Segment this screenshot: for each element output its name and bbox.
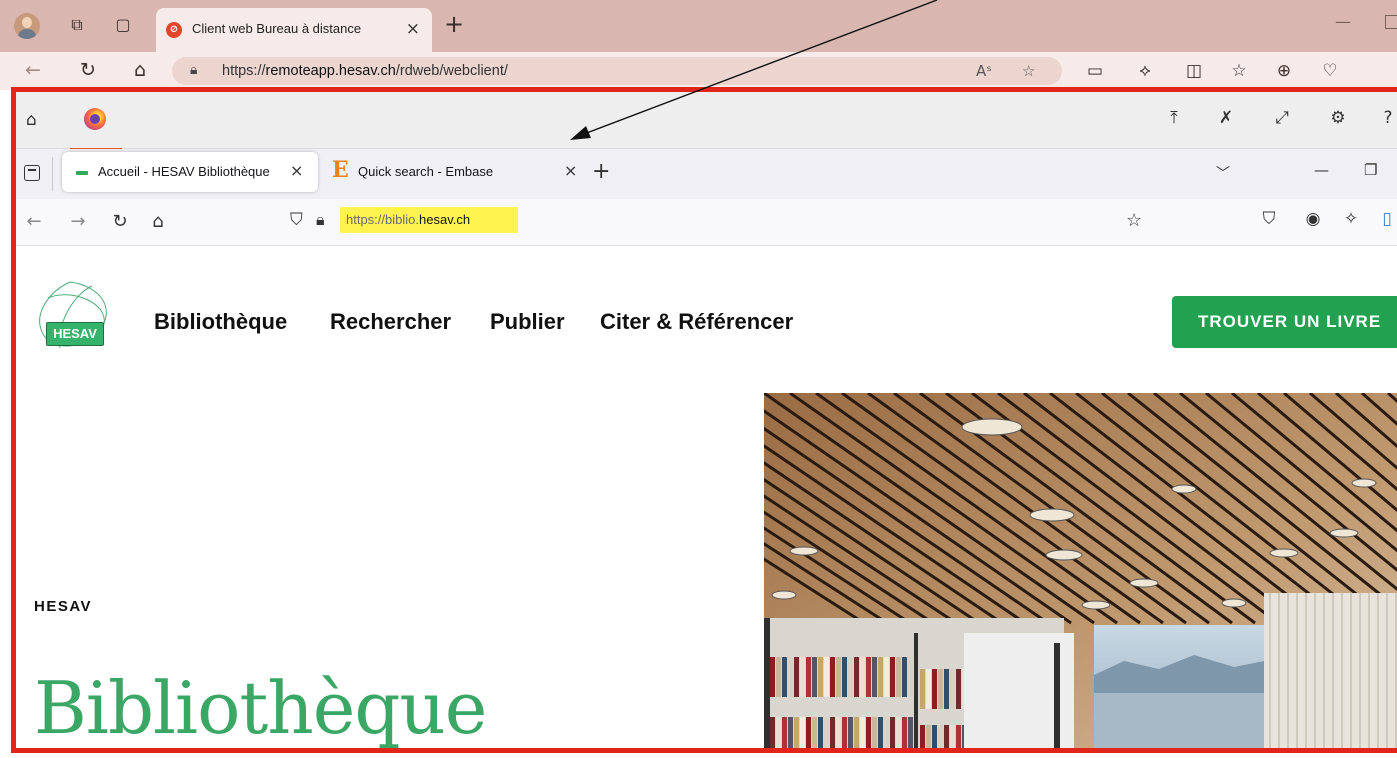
remote-app-bar: ⌂ ⤒ ✗ ⤢ ⚙ ? xyxy=(16,92,1397,150)
firefox-tab-title: Quick search - Embase xyxy=(358,164,494,179)
firefox-icon xyxy=(84,108,106,130)
edge-tab-strip: ⧉ ▢ ⊘ Client web Bureau à distance × + — xyxy=(0,0,1397,52)
list-all-tabs-icon[interactable] xyxy=(24,165,40,181)
edge-address-bar[interactable]: 🔒︎ https://remoteapp.hesav.ch/rdweb/webc… xyxy=(172,57,1062,85)
window-minimize-button[interactable]: — xyxy=(1335,12,1351,31)
tab-close-icon[interactable]: × xyxy=(564,161,577,180)
edge-url: https://remoteapp.hesav.ch/rdweb/webclie… xyxy=(222,63,508,79)
hero-eyebrow: HESAV xyxy=(34,598,93,615)
chevron-down-icon[interactable]: ﹀ xyxy=(1216,163,1230,183)
remote-desktop-favicon-icon: ⊘ xyxy=(166,22,182,38)
reload-icon[interactable]: ↻ xyxy=(108,211,132,232)
back-icon[interactable]: ← xyxy=(22,211,46,232)
hesav-webpage: HESAV Bibliothèque Rechercher Publier Ci… xyxy=(16,246,1397,753)
firefox-tab-embase[interactable]: E Quick search - Embase × xyxy=(322,152,588,192)
window-minimize-button[interactable]: — xyxy=(1314,161,1329,179)
tab-close-icon[interactable]: × xyxy=(290,161,303,180)
library-interior-illustration xyxy=(764,393,1397,753)
profile-avatar[interactable] xyxy=(14,13,40,39)
account-icon[interactable]: ◉ xyxy=(1302,209,1324,229)
embase-favicon-icon: E xyxy=(332,157,349,183)
pin-top-icon[interactable]: ⤒ xyxy=(1162,108,1186,128)
home-icon[interactable]: ⌂ xyxy=(128,59,152,81)
performance-icon[interactable]: ♡ xyxy=(1318,61,1342,81)
favorite-star-icon[interactable]: ☆ xyxy=(1022,62,1035,80)
find-book-button[interactable]: TROUVER UN LIVRE xyxy=(1172,296,1397,348)
logo-text: HESAV xyxy=(46,322,104,346)
hero-title: Bibliothèque xyxy=(34,666,487,750)
home-icon[interactable]: ⌂ xyxy=(146,211,170,232)
firefox-new-tab-button[interactable]: + xyxy=(592,161,610,183)
refresh-icon[interactable]: ↻ xyxy=(76,59,100,81)
unpin-icon[interactable]: ✗ xyxy=(1214,108,1238,128)
nav-citer-referencer[interactable]: Citer & Référencer xyxy=(600,309,793,335)
hesav-favicon-icon xyxy=(76,171,88,175)
firefox-url: https://biblio.hesav.ch xyxy=(346,212,471,227)
reading-view-icon[interactable]: ▭ xyxy=(1083,61,1107,81)
favorites-icon[interactable]: ☆ xyxy=(1227,61,1251,81)
edge-new-tab-button[interactable]: + xyxy=(444,12,464,36)
expand-icon[interactable]: ⤢ xyxy=(1270,108,1294,128)
nav-rechercher[interactable]: Rechercher xyxy=(330,309,451,335)
hesav-logo[interactable]: HESAV xyxy=(30,278,120,354)
lock-icon[interactable]: 🔒︎ xyxy=(190,62,197,78)
library-photo xyxy=(764,393,1397,753)
help-icon[interactable]: ? xyxy=(1376,108,1397,128)
window-restore-button[interactable]: ❐ xyxy=(1364,161,1377,179)
shield-icon[interactable]: ⛉ xyxy=(290,210,303,230)
pocket-icon[interactable]: ⛉ xyxy=(1258,209,1280,229)
edge-tab-remote-desktop[interactable]: ⊘ Client web Bureau à distance × xyxy=(156,8,432,52)
extensions-icon[interactable]: ⟡ xyxy=(1133,61,1157,81)
firefox-nav-bar: ← → ↻ ⌂ ⛉ 🔒︎ https://biblio.hesav.ch ☆ ⛉… xyxy=(16,199,1397,246)
bookmark-star-icon[interactable]: ☆ xyxy=(1126,210,1142,231)
edge-tab-close-icon[interactable]: × xyxy=(406,19,420,39)
firefox-url-bar[interactable]: ⛉ 🔒︎ https://biblio.hesav.ch ☆ xyxy=(286,204,1146,238)
firefox-app-tab[interactable] xyxy=(70,102,122,150)
back-icon[interactable]: ← xyxy=(21,59,45,81)
divider xyxy=(52,157,53,191)
firefox-tab-title: Accueil - HESAV Bibliothèque xyxy=(98,164,270,179)
collections-icon[interactable]: ⊕ xyxy=(1272,61,1296,81)
vertical-tabs-icon[interactable]: ▢ xyxy=(112,14,134,36)
firefox-tab-accueil[interactable]: Accueil - HESAV Bibliothèque × xyxy=(62,152,318,192)
split-screen-icon[interactable]: ◫ xyxy=(1182,61,1206,81)
read-aloud-icon[interactable]: A͏ˢ xyxy=(976,62,992,80)
lock-icon[interactable]: 🔒︎ xyxy=(316,210,325,230)
workspaces-icon[interactable]: ⧉ xyxy=(66,14,88,36)
edge-tab-title: Client web Bureau à distance xyxy=(192,21,362,36)
nav-bibliotheque[interactable]: Bibliothèque xyxy=(154,309,287,335)
edge-toolbar: ← ↻ ⌂ 🔒︎ https://remoteapp.hesav.ch/rdwe… xyxy=(0,52,1397,90)
home-icon[interactable]: ⌂ xyxy=(26,110,37,130)
reader-icon[interactable]: ▯ xyxy=(1376,209,1397,229)
settings-icon[interactable]: ⚙ xyxy=(1326,108,1350,128)
nav-publier[interactable]: Publier xyxy=(490,309,565,335)
window-maximize-button[interactable] xyxy=(1385,15,1397,29)
extensions-icon[interactable]: ✧ xyxy=(1340,209,1362,229)
firefox-tab-strip: Accueil - HESAV Bibliothèque × E Quick s… xyxy=(16,149,1397,199)
forward-icon[interactable]: → xyxy=(66,211,90,232)
